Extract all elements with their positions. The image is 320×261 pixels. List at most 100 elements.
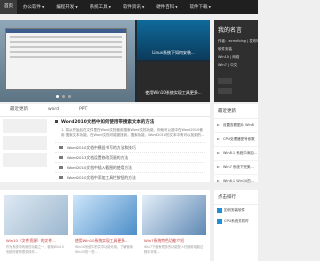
site-info-title: 我的名言 <box>218 27 243 34</box>
featured-slider: Linux系统下如何安装... 使用Win10系统实现工具更多... <box>0 20 210 102</box>
card-image <box>142 195 206 235</box>
window-row <box>10 41 122 43</box>
article-cards: Win10（文件资源）的文件... 作为系统中有用的功能之一，使用Win10系统… <box>0 190 210 261</box>
site-info-button[interactable] <box>218 88 232 94</box>
chevron-down-icon: ▼ <box>141 5 145 9</box>
triangle-right-icon <box>217 152 220 154</box>
window-row <box>10 56 122 58</box>
bullet-icon <box>55 119 58 123</box>
sidebar-item-label: 如何安装软件 <box>224 208 245 212</box>
list-item-text: Word2010文档中横竖书写的方法和技巧 <box>67 145 136 150</box>
sidebar-item-label: Win8.1 Win10的... <box>223 179 255 183</box>
slider-dot[interactable] <box>62 95 65 98</box>
ranking-sidebar: 点击排行 如何安装软件 CPU系统关机时 <box>214 190 258 261</box>
sidebar-item[interactable]: Win8.1 Win10的... <box>214 175 258 189</box>
tab-bar: 最近更新 word PPT <box>0 104 210 117</box>
sidebar-item[interactable]: CPU处理器型号参数 <box>214 133 258 147</box>
nav-home[interactable]: 首页 <box>0 0 17 14</box>
nav-item-news[interactable]: 软件资讯▼ <box>117 4 150 10</box>
article-card[interactable]: Win7系统特色功能介绍 Win7下面有很多的功能是人们使用电脑过程中非常... <box>142 195 206 261</box>
nav-item-label: 办公软件 <box>23 5 41 10</box>
window-row <box>10 46 122 48</box>
window-titlebar <box>6 29 126 33</box>
card-text: Win7下面有很多的功能是人们使用电脑过程中非常... <box>144 245 204 254</box>
chevron-down-icon: ▼ <box>208 5 211 9</box>
sidebar-item[interactable]: CPU系统关机时 <box>214 216 258 227</box>
top-nav: 首页 办公软件▼ 编程开发▼ 系统工具▼ 软件资讯▼ 硬件百科▼ 软件下载▼ <box>0 0 258 14</box>
card-title: Win10（文件资源）的文件... <box>6 238 56 243</box>
bullet-icon <box>59 156 63 159</box>
nav-item-dev[interactable]: 编程开发▼ <box>50 4 83 10</box>
article-tabs-panel: 最近更新 word PPT Word2010文档中如何使用带搜索文本的方法 1.… <box>0 104 210 182</box>
sidebar-item-label: CPU处理器型号参数 <box>223 137 255 141</box>
article-card[interactable]: 使用Win10系统实现工具更多... Win10系统中的共享功能可用，了解使用W… <box>73 195 137 261</box>
bullet-icon <box>59 146 63 149</box>
tab-ppt[interactable]: PPT <box>69 104 97 116</box>
nav-item-office[interactable]: 办公软件▼ <box>17 4 50 10</box>
list-item-text: Word2010文档中添加工具栏按钮的方法 <box>67 175 136 180</box>
sidebar-item-label: CPU系统关机时 <box>224 219 249 223</box>
card-text: Win10系统中的共享功能可用，了解使用Win10的一些... <box>75 245 133 254</box>
slide-caption: 使用Win10系统实现工具更多... <box>145 90 202 95</box>
nav-item-hardware[interactable]: 硬件百科▼ <box>150 4 183 10</box>
article-thumbnail[interactable] <box>3 136 47 150</box>
slider-dot[interactable] <box>56 95 59 98</box>
sidebar-item[interactable]: Win7 系统下完美... <box>214 161 258 175</box>
list-item[interactable]: Word2013文档设置修改页眉的方法 <box>55 152 205 162</box>
app-icon <box>217 219 222 224</box>
article-description: 1. 将从开始后在文件里在Word文档使用搜索Word文档功能，你就可以选中在W… <box>61 128 205 137</box>
slide-secondary-bottom[interactable]: 使用Win10系统实现工具更多... <box>137 62 210 102</box>
chevron-down-icon: ▼ <box>42 5 45 9</box>
site-info-line: Win10 | 网络 <box>218 54 240 59</box>
window-row <box>10 36 122 38</box>
tab-latest[interactable]: 最近更新 <box>0 104 38 116</box>
card-title: Win7系统特色功能介绍 <box>144 238 184 243</box>
article-card[interactable]: Win10（文件资源）的文件... 作为系统中有用的功能之一，使用Win10系统… <box>4 195 68 261</box>
list-item[interactable]: Word2010文档中横竖书写的方法和技巧 <box>55 142 205 152</box>
sidebar-item-label: 设置查看图片 Win8 <box>223 123 254 127</box>
chevron-down-icon: ▼ <box>108 5 111 9</box>
sidebar-item[interactable]: 设置查看图片 Win8 <box>214 119 258 133</box>
bullet-icon <box>59 166 63 169</box>
site-info-line: Win7 | 中文 <box>218 62 238 67</box>
article-thumbnail[interactable] <box>3 119 47 133</box>
list-item-text: Word2010文档中插入截图的使用方法 <box>67 165 132 170</box>
list-item[interactable]: Word2010文档中添加工具栏按钮的方法 <box>55 172 205 182</box>
site-info-button[interactable] <box>218 78 232 84</box>
slider-dot[interactable] <box>68 95 71 98</box>
article-thumbnail[interactable] <box>3 153 47 167</box>
article-headline[interactable]: Word2010文档中如何使用带搜索文本的方法 <box>55 119 205 125</box>
nav-item-tools[interactable]: 系统工具▼ <box>84 4 117 10</box>
bullet-icon <box>59 176 63 179</box>
app-icon <box>217 208 222 213</box>
slide-secondary-top[interactable]: Linux系统下如何安装... <box>137 20 210 60</box>
chevron-down-icon: ▼ <box>75 5 78 9</box>
thumbnail-column <box>3 119 47 170</box>
card-image <box>73 195 137 235</box>
sidebar-item[interactable]: 如何安装软件 <box>214 205 258 216</box>
tab-word[interactable]: word <box>38 104 69 116</box>
slide-caption: Linux系统下如何安装... <box>152 50 195 55</box>
sidebar-item[interactable]: Win8.1 系统中添加... <box>214 147 258 161</box>
card-text: 作为系统中有用的功能之一，使用Win10系统时候有很多操作... <box>6 245 64 254</box>
triangle-right-icon <box>217 166 220 168</box>
nav-item-label: 编程开发 <box>56 5 75 10</box>
list-item-text: Word2013文档设置修改页眉的方法 <box>67 155 129 160</box>
article-list: Word2010文档中如何使用带搜索文本的方法 1. 将从开始后在文件里在Wor… <box>55 119 205 182</box>
triangle-right-icon <box>217 124 220 126</box>
site-info-box: 我的名言 作者：ecmrlbing | 发布时间 软件安装 Win10 | 网络… <box>214 20 258 102</box>
site-info-line: 软件安装 <box>218 46 232 51</box>
nav-item-label: 系统工具 <box>89 5 108 10</box>
slide-main-image[interactable] <box>0 20 135 102</box>
nav-item-download[interactable]: 软件下载▼ <box>184 4 217 10</box>
list-item[interactable]: Word2010文档中插入截图的使用方法 <box>55 162 205 172</box>
sidebar-item-label: Win7 系统下完美... <box>223 165 254 169</box>
sidebar-heading: 点击排行 <box>214 190 258 205</box>
chevron-down-icon: ▼ <box>175 5 178 9</box>
nav-item-label: 软件下载 <box>189 5 208 10</box>
screenshot-window-image <box>5 28 127 90</box>
recent-updates-sidebar: 最近更新 设置查看图片 Win8 CPU处理器型号参数 Win8.1 系统中添加… <box>214 104 258 189</box>
sidebar-heading: 最近更新 <box>214 104 258 119</box>
sidebar-item-label: Win8.1 系统中添加... <box>223 151 258 155</box>
triangle-right-icon <box>217 138 220 140</box>
